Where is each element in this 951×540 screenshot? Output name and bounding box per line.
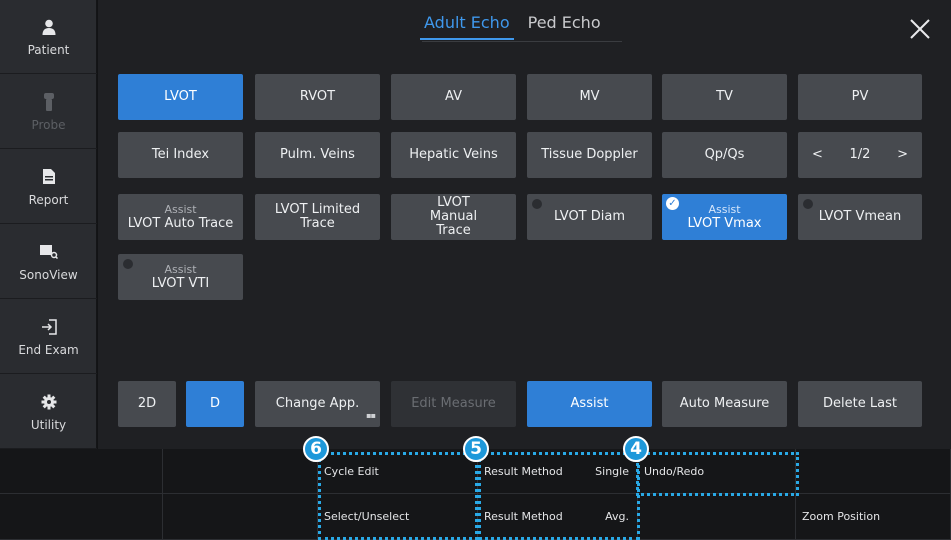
page-prev-button[interactable]: < bbox=[812, 148, 823, 162]
assist-tag: Assist bbox=[164, 203, 197, 216]
hepatic-veins-button[interactable]: Hepatic Veins bbox=[391, 132, 516, 178]
button-label: Change App. bbox=[275, 396, 360, 411]
lvot-manual-trace-button[interactable]: LVOT Manual Trace bbox=[391, 194, 516, 240]
rvot-button[interactable]: RVOT bbox=[255, 74, 380, 120]
measurement-panel: Adult Echo Ped Echo LVOT RVOT AV MV TV P… bbox=[98, 0, 951, 449]
button-label: LVOT Manual Trace bbox=[429, 195, 478, 238]
softkey-label: Zoom Position bbox=[802, 510, 881, 523]
sidebar-item-report[interactable]: Report bbox=[0, 150, 97, 224]
change-app-button[interactable]: Change App. ▪▪ bbox=[255, 381, 380, 427]
sidebar-label-end-exam: End Exam bbox=[18, 342, 79, 357]
callout-badge-6: 6 bbox=[303, 436, 329, 462]
mode-2d-button[interactable]: 2D bbox=[118, 381, 176, 427]
lvot-limited-trace-button[interactable]: LVOT Limited Trace bbox=[255, 194, 380, 240]
lvot-vti-button[interactable]: Assist LVOT VTI bbox=[118, 254, 243, 300]
callout-box-4 bbox=[636, 452, 799, 496]
tissue-doppler-button[interactable]: Tissue Doppler bbox=[527, 132, 652, 178]
person-icon bbox=[42, 17, 56, 37]
page-next-button[interactable]: > bbox=[897, 148, 908, 162]
button-label: LVOT Diam bbox=[553, 209, 626, 224]
sidebar: Patient Probe Report SonoView End Exam U… bbox=[0, 0, 97, 449]
sidebar-item-patient[interactable]: Patient bbox=[0, 0, 97, 74]
exam-tabs: Adult Echo Ped Echo bbox=[420, 13, 605, 40]
softkey-empty bbox=[796, 449, 951, 494]
tab-ped-echo[interactable]: Ped Echo bbox=[524, 13, 605, 40]
sidebar-item-utility[interactable]: Utility bbox=[0, 375, 97, 449]
tei-index-button[interactable]: Tei Index bbox=[118, 132, 243, 178]
sidebar-label-utility: Utility bbox=[30, 417, 67, 432]
pv-button[interactable]: PV bbox=[798, 74, 922, 120]
delete-last-button[interactable]: Delete Last bbox=[798, 381, 922, 427]
button-label: LVOT Vmax bbox=[687, 216, 762, 231]
button-label: LVOT Auto Trace bbox=[127, 216, 234, 231]
softkey-empty bbox=[0, 449, 163, 494]
sonoview-icon bbox=[39, 242, 58, 262]
status-dot bbox=[803, 199, 813, 209]
av-button[interactable]: AV bbox=[391, 74, 516, 120]
callout-box-5 bbox=[478, 452, 640, 540]
tv-button[interactable]: TV bbox=[662, 74, 787, 120]
lvot-vmean-button[interactable]: LVOT Vmean bbox=[798, 194, 922, 240]
tab-adult-echo[interactable]: Adult Echo bbox=[420, 13, 514, 40]
sidebar-label-patient: Patient bbox=[27, 42, 70, 57]
edit-measure-button[interactable]: Edit Measure bbox=[391, 381, 516, 427]
zoom-position-softkey[interactable]: Zoom Position bbox=[796, 494, 951, 540]
assist-tag: Assist bbox=[164, 263, 197, 276]
qp-qs-button[interactable]: Qp/Qs bbox=[662, 132, 787, 178]
page-navigator: < 1/2 > bbox=[798, 132, 922, 178]
callout-box-6 bbox=[318, 452, 478, 540]
probe-icon bbox=[43, 92, 55, 112]
lvot-auto-trace-button[interactable]: Assist LVOT Auto Trace bbox=[118, 194, 243, 240]
tab-underline bbox=[422, 41, 622, 42]
end-exam-icon bbox=[41, 317, 57, 337]
lvot-diam-button[interactable]: LVOT Diam bbox=[527, 194, 652, 240]
sidebar-label-sonoview: SonoView bbox=[19, 267, 78, 282]
report-icon bbox=[42, 167, 55, 187]
softkey-empty bbox=[0, 494, 163, 540]
mode-d-button[interactable]: D bbox=[186, 381, 244, 427]
sidebar-item-probe[interactable]: Probe bbox=[0, 75, 97, 149]
button-label: LVOT Vmean bbox=[818, 209, 902, 224]
callout-badge-5: 5 bbox=[463, 436, 489, 462]
sidebar-label-report: Report bbox=[28, 192, 69, 207]
softkey-empty bbox=[163, 494, 318, 540]
lvot-button[interactable]: LVOT bbox=[118, 74, 243, 120]
assist-button[interactable]: Assist bbox=[527, 381, 652, 427]
softkey-empty bbox=[163, 449, 318, 494]
callout-badge-4: 4 bbox=[623, 436, 649, 462]
auto-measure-button[interactable]: Auto Measure bbox=[662, 381, 787, 427]
close-icon[interactable] bbox=[905, 14, 935, 44]
button-label: LVOT Limited Trace bbox=[274, 202, 361, 231]
sidebar-label-probe: Probe bbox=[31, 117, 66, 132]
status-dot bbox=[532, 199, 542, 209]
button-label: LVOT VTI bbox=[151, 276, 210, 291]
gear-icon bbox=[41, 392, 57, 412]
grip-icon: ▪▪ bbox=[366, 411, 376, 420]
mv-button[interactable]: MV bbox=[527, 74, 652, 120]
status-dot bbox=[123, 259, 133, 269]
sidebar-item-sonoview[interactable]: SonoView bbox=[0, 225, 97, 299]
pulm-veins-button[interactable]: Pulm. Veins bbox=[255, 132, 380, 178]
page-indicator: 1/2 bbox=[849, 147, 871, 162]
checkmark-icon: ✓ bbox=[666, 197, 679, 210]
sidebar-item-end-exam[interactable]: End Exam bbox=[0, 300, 97, 374]
lvot-vmax-button[interactable]: ✓ Assist LVOT Vmax bbox=[662, 194, 787, 240]
assist-tag: Assist bbox=[708, 203, 741, 216]
softkey-empty bbox=[638, 494, 796, 540]
